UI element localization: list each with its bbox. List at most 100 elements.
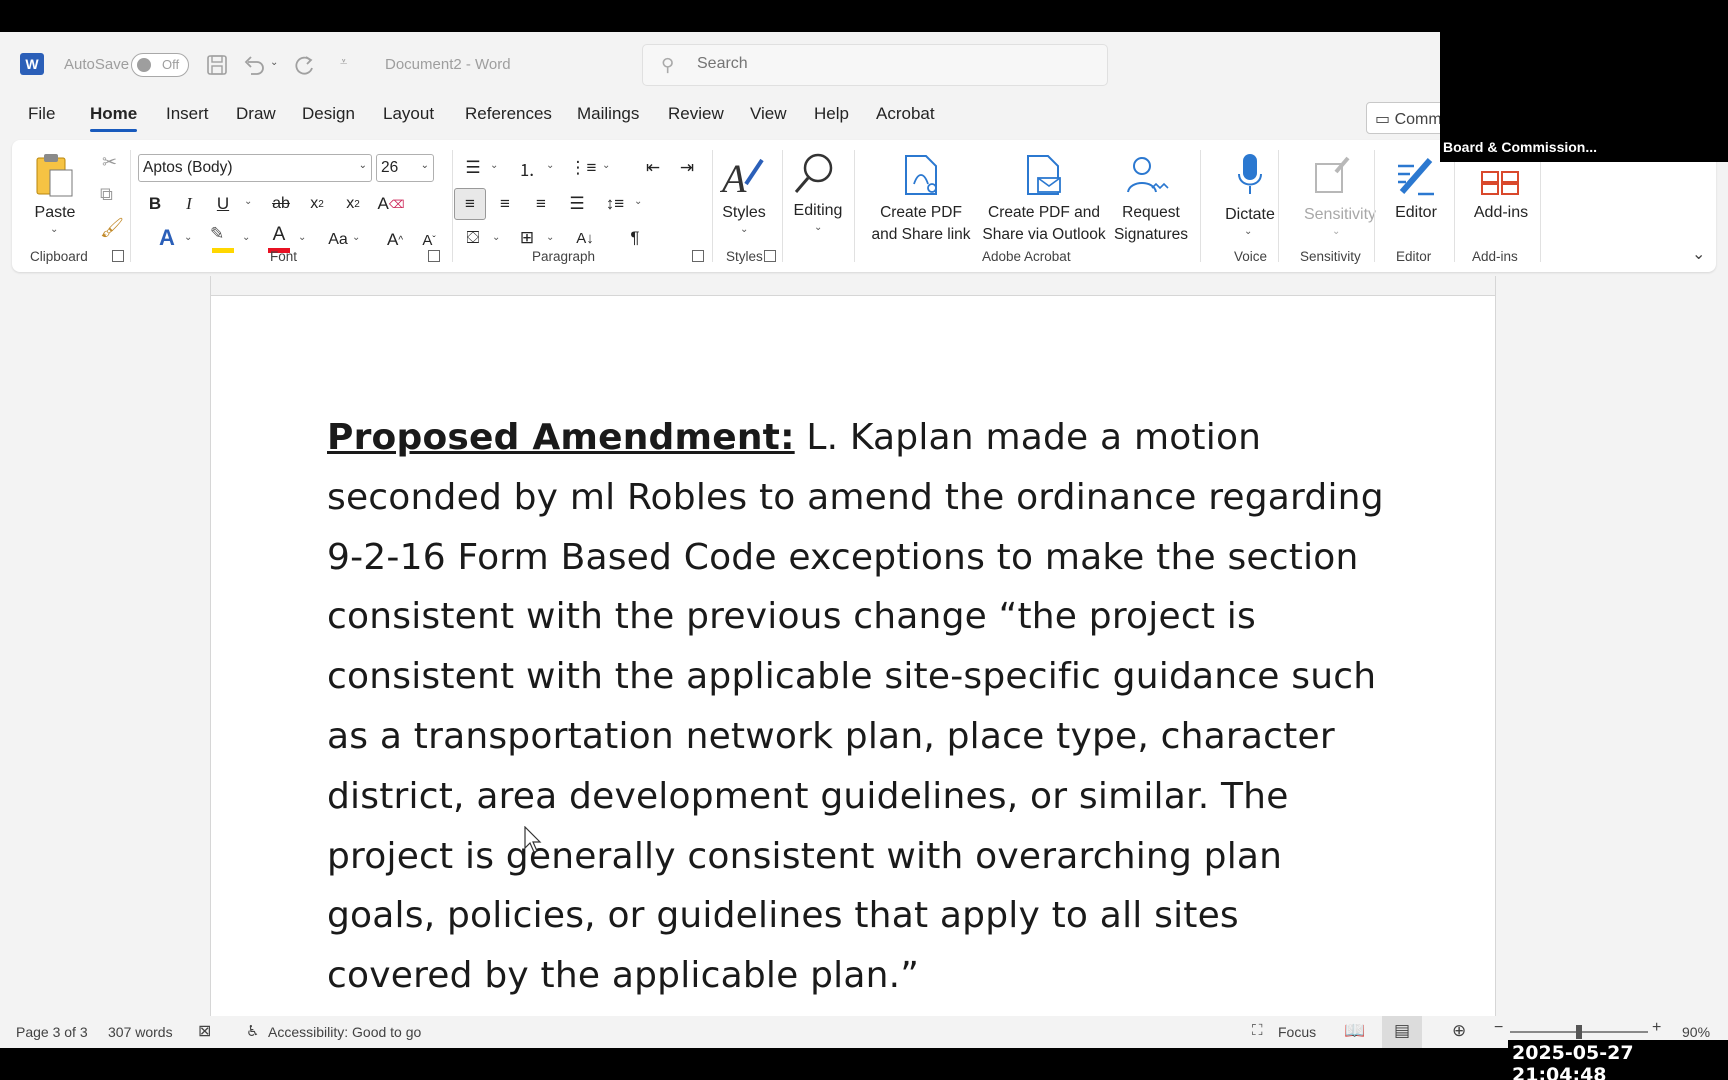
customize-toolbar-icon[interactable]: ⩡ [340,54,347,70]
ribbon-collapse-chevron-icon[interactable]: ⌄ [1692,244,1705,264]
read-mode-icon[interactable]: 📖 [1344,1021,1365,1041]
align-right-icon[interactable]: ≡ [526,190,556,218]
print-layout-icon[interactable]: ▤ [1382,1016,1422,1048]
undo-icon[interactable] [242,54,266,76]
create-pdf-icon[interactable] [902,154,940,196]
multilevel-list-icon[interactable]: ⋮≡ [568,154,598,182]
justify-icon[interactable]: ☰ [562,190,592,218]
zoom-out-icon[interactable]: − [1494,1019,1503,1037]
editing-label[interactable]: Editing [788,200,848,222]
create-pdf-share-link-button[interactable]: Create PDF and Share link [866,202,976,246]
align-center-icon[interactable]: ≡ [490,190,520,218]
editor-icon[interactable] [1394,154,1438,198]
page-count[interactable]: Page 3 of 3 [16,1024,88,1040]
superscript-icon[interactable]: x2 [338,190,368,218]
styles-launcher-icon[interactable] [764,250,776,262]
tab-mailings[interactable]: Mailings [577,104,639,124]
request-signatures-button[interactable]: Request Signatures [1106,202,1196,246]
grow-font-icon[interactable]: A ^ [380,226,410,254]
tab-help[interactable]: Help [814,104,849,124]
zoom-in-icon[interactable]: + [1652,1019,1661,1037]
accessibility-status[interactable]: Accessibility: Good to go [268,1024,421,1040]
underline-dropdown-chevron-icon[interactable]: ⌄ [244,196,252,207]
multilevel-dropdown-chevron-icon[interactable]: ⌄ [602,160,610,171]
tab-design[interactable]: Design [302,104,355,124]
line-spacing-icon[interactable]: ↕≡ [600,190,630,218]
strikethrough-icon[interactable]: ab [266,190,296,218]
add-ins-icon[interactable] [1480,170,1520,196]
shading-dropdown-chevron-icon[interactable]: ⌄ [492,232,500,243]
zoom-slider[interactable] [1510,1025,1648,1039]
text-effects-icon[interactable]: A [152,224,182,252]
shading-icon[interactable]: ⛋ [458,224,488,252]
tab-references[interactable]: References [465,104,552,124]
redo-icon[interactable] [294,54,316,76]
line-spacing-dropdown-chevron-icon[interactable]: ⌄ [634,196,642,207]
format-painter-icon[interactable]: 🖌 [100,216,124,240]
zoom-level[interactable]: 90% [1682,1024,1710,1040]
italic-icon[interactable]: I [174,190,204,218]
clear-formatting-icon[interactable]: A ⌫ [376,190,406,218]
font-color-dropdown-chevron-icon[interactable]: ⌄ [298,232,306,243]
font-size-select[interactable]: 26 ⌄ [376,154,434,182]
copy-icon[interactable]: ⧉ [100,184,113,205]
font-launcher-icon[interactable] [428,250,440,262]
tab-layout[interactable]: Layout [383,104,434,124]
clipboard-launcher-icon[interactable] [112,250,124,262]
comments-button[interactable]: ▭ Comm [1366,102,1446,134]
align-left-icon[interactable]: ≡ [454,188,486,220]
tab-draw[interactable]: Draw [236,104,276,124]
font-name-select[interactable]: Aptos (Body) ⌄ [138,154,372,182]
text-effects-dropdown-chevron-icon[interactable]: ⌄ [184,232,192,243]
increase-indent-icon[interactable]: ⇥ [672,154,702,182]
borders-icon[interactable]: ⊞ [512,224,542,252]
tab-home[interactable]: Home [90,104,138,132]
paragraph-launcher-icon[interactable] [692,250,704,262]
focus-mode-button[interactable]: Focus [1278,1024,1316,1040]
paste-label[interactable]: Paste [34,202,76,224]
microphone-icon[interactable] [1236,152,1264,198]
document-page[interactable]: Proposed Amendment: L. Kaplan made a mot… [210,296,1496,1048]
styles-dropdown-chevron-icon[interactable]: ⌄ [740,224,748,235]
highlight-dropdown-chevron-icon[interactable]: ⌄ [242,232,250,243]
subscript-icon[interactable]: x2 [302,190,332,218]
dictate-label[interactable]: Dictate [1214,204,1286,226]
editing-dropdown-chevron-icon[interactable]: ⌄ [814,222,822,233]
undo-dropdown-chevron-icon[interactable]: ⌄ [270,57,278,68]
highlight-color-icon[interactable]: ✎ [210,224,236,254]
paste-dropdown-chevron-icon[interactable]: ⌄ [50,224,58,235]
dictate-dropdown-chevron-icon[interactable]: ⌄ [1244,226,1252,237]
search-box[interactable]: ⚲ [642,44,1108,86]
zoom-slider-thumb[interactable] [1576,1025,1582,1039]
create-pdf-outlook-icon[interactable] [1024,154,1064,196]
tab-view[interactable]: View [750,104,787,124]
decrease-indent-icon[interactable]: ⇤ [638,154,668,182]
tab-file[interactable]: File [28,104,55,124]
editor-label[interactable]: Editor [1384,202,1448,224]
styles-icon[interactable]: A [720,154,766,198]
save-icon[interactable] [206,54,228,76]
numbering-icon[interactable]: ⒈ [512,154,542,182]
cut-icon[interactable]: ✂ [102,152,117,173]
tab-insert[interactable]: Insert [166,104,209,124]
bold-icon[interactable]: B [140,190,170,218]
tab-acrobat[interactable]: Acrobat [876,104,935,124]
paste-icon[interactable] [34,152,76,198]
find-icon[interactable] [792,152,838,196]
add-ins-label[interactable]: Add-ins [1464,202,1538,224]
word-count[interactable]: 307 words [108,1024,173,1040]
change-case-icon[interactable]: Aa [320,226,356,254]
document-body[interactable]: Proposed Amendment: L. Kaplan made a mot… [327,408,1387,1006]
borders-dropdown-chevron-icon[interactable]: ⌄ [546,232,554,243]
proofing-icon[interactable]: ⊠ [198,1021,211,1041]
search-input[interactable] [697,55,1077,73]
tab-review[interactable]: Review [668,104,724,124]
styles-label[interactable]: Styles [716,202,772,224]
bullets-icon[interactable]: ☰ [458,154,488,182]
show-formatting-icon[interactable]: ¶ [620,224,650,252]
autosave-toggle[interactable]: Off [131,53,189,77]
bullets-dropdown-chevron-icon[interactable]: ⌄ [490,160,498,171]
sort-icon[interactable]: A↓ [570,224,600,252]
change-case-dropdown-chevron-icon[interactable]: ⌄ [352,232,360,243]
web-layout-icon[interactable]: ⊕ [1452,1021,1466,1041]
